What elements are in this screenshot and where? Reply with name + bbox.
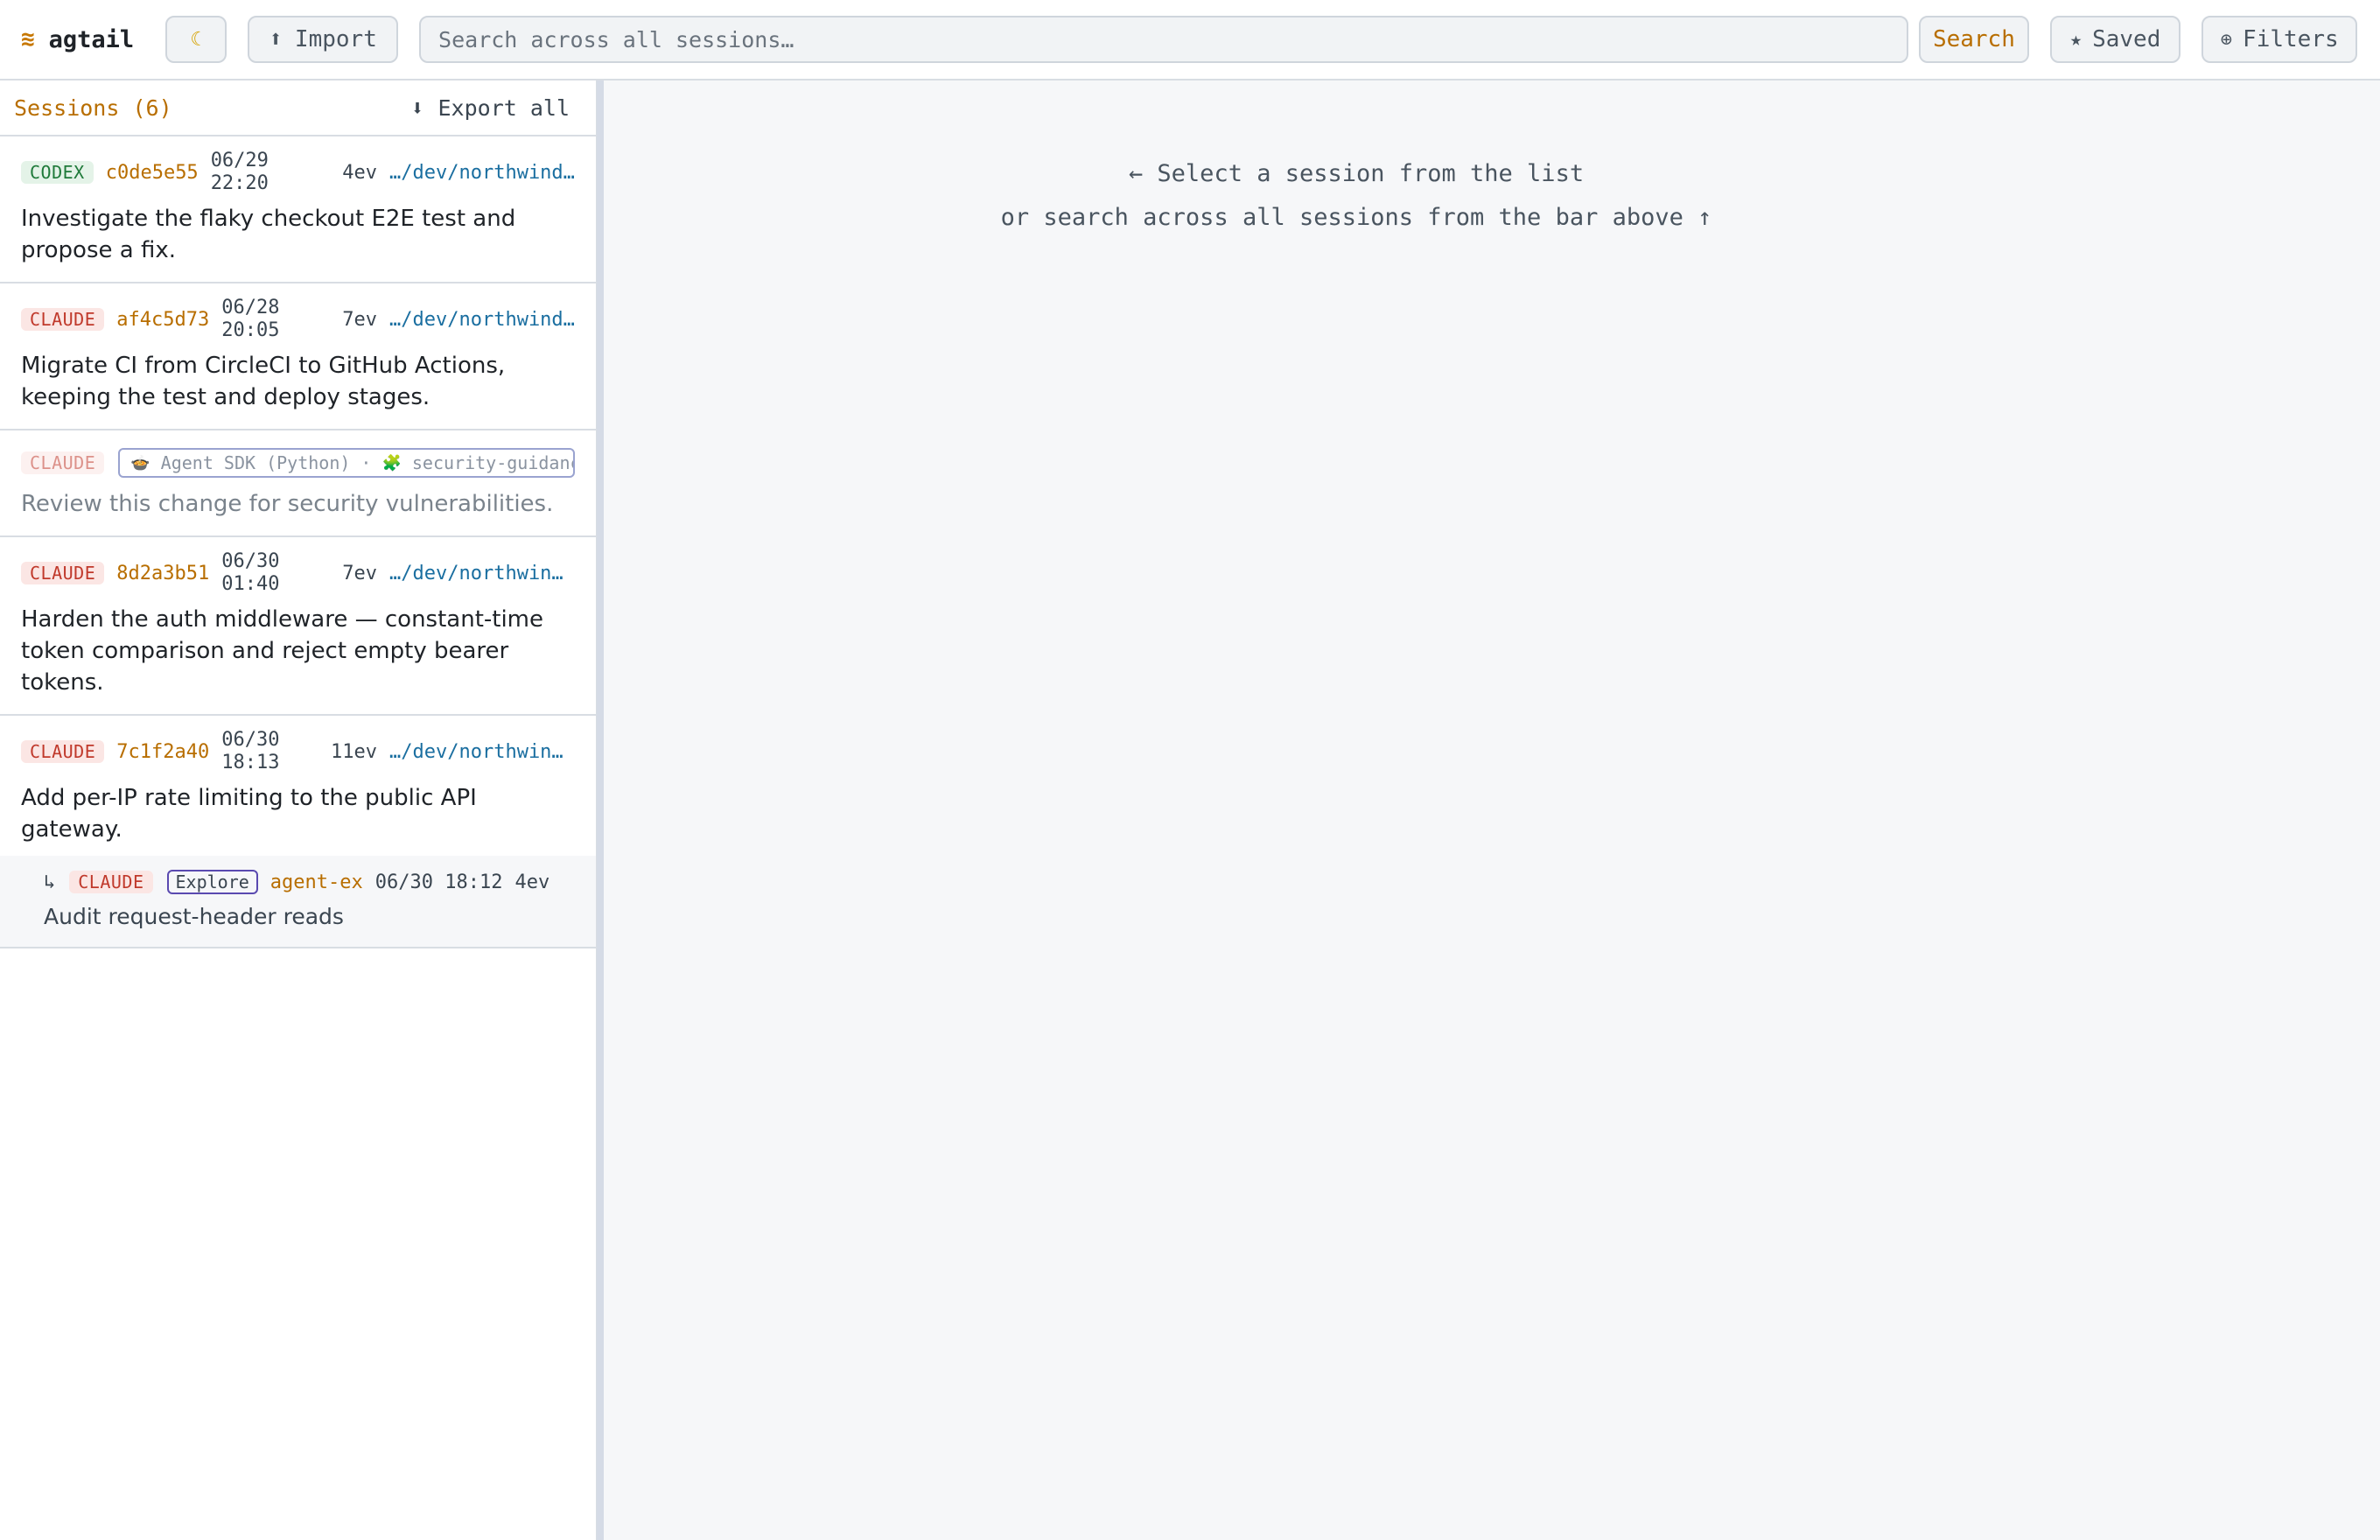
session-date: 06/29 xyxy=(210,150,269,172)
pane-resize-handle[interactable] xyxy=(597,80,604,1540)
subagent-name: agent-ex xyxy=(270,871,363,893)
session-path: …/dev/northwin… xyxy=(389,740,564,763)
session-datetime: 06/30 01:40 xyxy=(221,550,305,596)
star-icon: ★ xyxy=(2069,28,2082,51)
session-item[interactable]: CLAUDE 8d2a3b51 06/30 01:40 7ev …/dev/no… xyxy=(0,537,596,716)
agent-badge: CODEX xyxy=(21,161,94,184)
subagent-meta: ↳ CLAUDE Explore agent-ex 06/30 18:12 4e… xyxy=(44,866,575,898)
export-all-button[interactable]: ⬇ Export all xyxy=(410,95,570,121)
session-meta: CLAUDE af4c5d73 06/28 20:05 7ev …/dev/no… xyxy=(21,297,575,342)
theme-toggle-button[interactable]: ☾ xyxy=(165,16,228,63)
session-date: 06/28 xyxy=(221,297,280,318)
session-time: 22:20 xyxy=(210,172,269,194)
export-all-label: Export all xyxy=(438,94,570,121)
session-datetime: 06/30 18:13 xyxy=(221,729,305,774)
session-path: …/dev/northwind… xyxy=(389,161,575,184)
empty-state: ← Select a session from the list or sear… xyxy=(604,152,2109,240)
moon-icon: ☾ xyxy=(190,28,202,51)
agent-badge: CLAUDE xyxy=(21,562,105,584)
saved-button[interactable]: ★ Saved xyxy=(2049,16,2181,63)
subagent-title: Audit request-header reads xyxy=(44,904,344,929)
plugin-label: security-guidance xyxy=(411,452,575,473)
app-name: agtail xyxy=(48,25,135,53)
empty-state-line-1: ← Select a session from the list xyxy=(1128,160,1585,187)
search-input[interactable] xyxy=(419,16,1909,63)
session-id: 8d2a3b51 xyxy=(116,562,210,584)
agent-badge: CLAUDE xyxy=(21,308,105,331)
session-meta: CODEX c0de5e55 06/29 22:20 4ev …/dev/nor… xyxy=(21,150,575,194)
import-button[interactable]: ⬆ Import xyxy=(248,16,399,63)
saved-label: Saved xyxy=(2092,26,2161,52)
session-date: 06/30 xyxy=(221,729,280,751)
sdk-label: Agent SDK (Python) xyxy=(160,452,351,473)
event-count: 7ev xyxy=(342,308,377,331)
puzzle-icon: 🧩 xyxy=(382,453,402,472)
subagent-datetime: 06/30 18:12 xyxy=(374,871,503,893)
session-meta: CLAUDE 🍲 Agent SDK (Python) · 🧩 security… xyxy=(21,441,575,485)
session-item[interactable]: CLAUDE 7c1f2a40 06/30 18:13 11ev …/dev/n… xyxy=(0,716,596,856)
agent-badge: CLAUDE xyxy=(21,452,105,474)
session-id: c0de5e55 xyxy=(105,161,199,184)
session-datetime: 06/28 20:05 xyxy=(221,297,305,342)
session-time: 20:05 xyxy=(221,319,280,341)
app-brand[interactable]: ≋ agtail xyxy=(21,26,134,53)
search-button[interactable]: Search xyxy=(1919,16,2029,63)
event-count: 11ev xyxy=(331,740,377,763)
sidebar-header: Sessions (6) ⬇ Export all xyxy=(0,80,596,136)
session-time: 18:13 xyxy=(221,752,280,774)
session-title: Add per-IP rate limiting to the public A… xyxy=(21,785,477,843)
subagent-session-item[interactable]: ↳ CLAUDE Explore agent-ex 06/30 18:12 4e… xyxy=(0,856,596,948)
session-title: Review this change for security vulnerab… xyxy=(21,491,554,517)
session-path: …/dev/northwin… xyxy=(389,562,564,584)
upload-icon: ⬆ xyxy=(269,26,283,52)
logo-icon: ≋ xyxy=(21,26,35,52)
session-title: Harden the auth middleware — constant-ti… xyxy=(21,606,544,696)
session-item[interactable]: CODEX c0de5e55 06/29 22:20 4ev …/dev/nor… xyxy=(0,136,596,284)
agent-badge: CLAUDE xyxy=(21,740,105,763)
session-tags: 🍲 Agent SDK (Python) · 🧩 security-guidan… xyxy=(118,448,575,478)
session-item[interactable]: CLAUDE 🍲 Agent SDK (Python) · 🧩 security… xyxy=(0,430,596,537)
tag-separator: · xyxy=(360,452,372,473)
download-icon: ⬇ xyxy=(410,94,424,121)
session-datetime: 06/29 22:20 xyxy=(211,150,295,195)
session-meta: CLAUDE 7c1f2a40 06/30 18:13 11ev …/dev/n… xyxy=(21,729,575,774)
session-id: 7c1f2a40 xyxy=(116,740,210,763)
session-title: Migrate CI from CircleCI to GitHub Actio… xyxy=(21,353,506,410)
subagent-kind-badge: Explore xyxy=(166,870,258,894)
filters-label: Filters xyxy=(2243,26,2339,52)
session-meta: CLAUDE 8d2a3b51 06/30 01:40 7ev …/dev/no… xyxy=(21,550,575,596)
session-time: 01:40 xyxy=(221,573,280,595)
event-count: 7ev xyxy=(342,562,377,584)
event-count: 4ev xyxy=(342,161,377,184)
pot-icon: 🍲 xyxy=(130,453,150,472)
filter-icon: ⊕ xyxy=(2220,28,2233,51)
empty-state-line-2: or search across all sessions from the b… xyxy=(1000,204,1712,231)
event-count: 4ev xyxy=(514,871,550,893)
session-sidebar: Sessions (6) ⬇ Export all CODEX c0de5e55… xyxy=(0,80,597,1540)
top-bar: ≋ agtail ☾ ⬆ Import Search ★ Saved ⊕ Fil… xyxy=(0,0,2380,80)
agent-badge: CLAUDE xyxy=(69,871,153,893)
session-detail-pane: ← Select a session from the list or sear… xyxy=(604,80,2380,1540)
session-count: Sessions (6) xyxy=(14,94,172,121)
session-id: af4c5d73 xyxy=(116,308,210,331)
child-arrow-icon: ↳ xyxy=(44,871,56,893)
session-item[interactable]: CLAUDE af4c5d73 06/28 20:05 7ev …/dev/no… xyxy=(0,284,596,430)
session-path: …/dev/northwind… xyxy=(389,308,575,331)
filters-button[interactable]: ⊕ Filters xyxy=(2202,16,2358,63)
session-date: 06/30 xyxy=(221,550,280,572)
import-label: Import xyxy=(294,26,377,52)
session-title: Investigate the flaky checkout E2E test … xyxy=(21,206,516,263)
